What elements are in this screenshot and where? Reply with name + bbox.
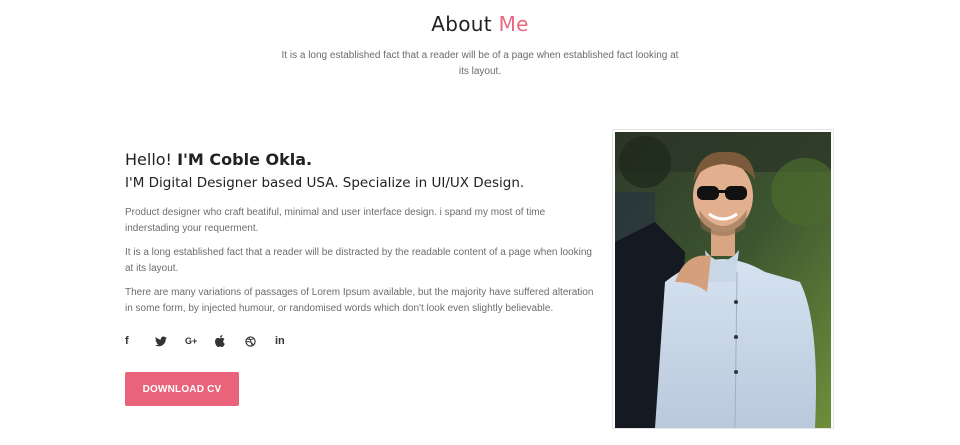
hello-name: I'M Coble Okla.	[177, 150, 313, 169]
hello-prefix: Hello!	[125, 150, 172, 169]
apple-glyph	[215, 335, 225, 347]
google-plus-icon[interactable]: G+	[185, 336, 215, 346]
apple-icon[interactable]	[215, 335, 245, 347]
social-links: f G+ in	[125, 333, 595, 349]
linkedin-icon[interactable]: in	[275, 335, 305, 347]
section-title-main: About	[431, 12, 492, 36]
section-subtitle: It is a long established fact that a rea…	[281, 50, 679, 77]
dribbble-glyph	[245, 335, 256, 347]
about-paragraph-2: It is a long established fact that a rea…	[125, 247, 592, 274]
about-paragraph-1: Product designer who craft beatiful, min…	[125, 207, 546, 234]
linkedin-glyph: in	[275, 335, 285, 347]
twitter-glyph	[155, 336, 167, 346]
facebook-icon[interactable]: f	[125, 335, 155, 347]
profile-photo	[615, 132, 831, 428]
google-plus-glyph: G+	[185, 336, 198, 346]
about-paragraph-3: There are many variations of passages of…	[125, 287, 594, 314]
tagline: I'M Digital Designer based USA. Speciali…	[125, 175, 525, 191]
dribbble-icon[interactable]	[245, 335, 275, 347]
section-title-accent: Me	[498, 12, 529, 36]
facebook-glyph: f	[125, 335, 129, 347]
section-title: About Me	[0, 12, 960, 36]
about-content: Hello! I'M Coble Okla. I'M Digital Desig…	[125, 150, 595, 349]
profile-photo-frame	[612, 129, 834, 429]
twitter-icon[interactable]	[155, 336, 185, 347]
download-cv-button[interactable]: DOWNLOAD CV	[125, 372, 239, 406]
hello-heading: Hello! I'M Coble Okla.	[125, 150, 595, 169]
